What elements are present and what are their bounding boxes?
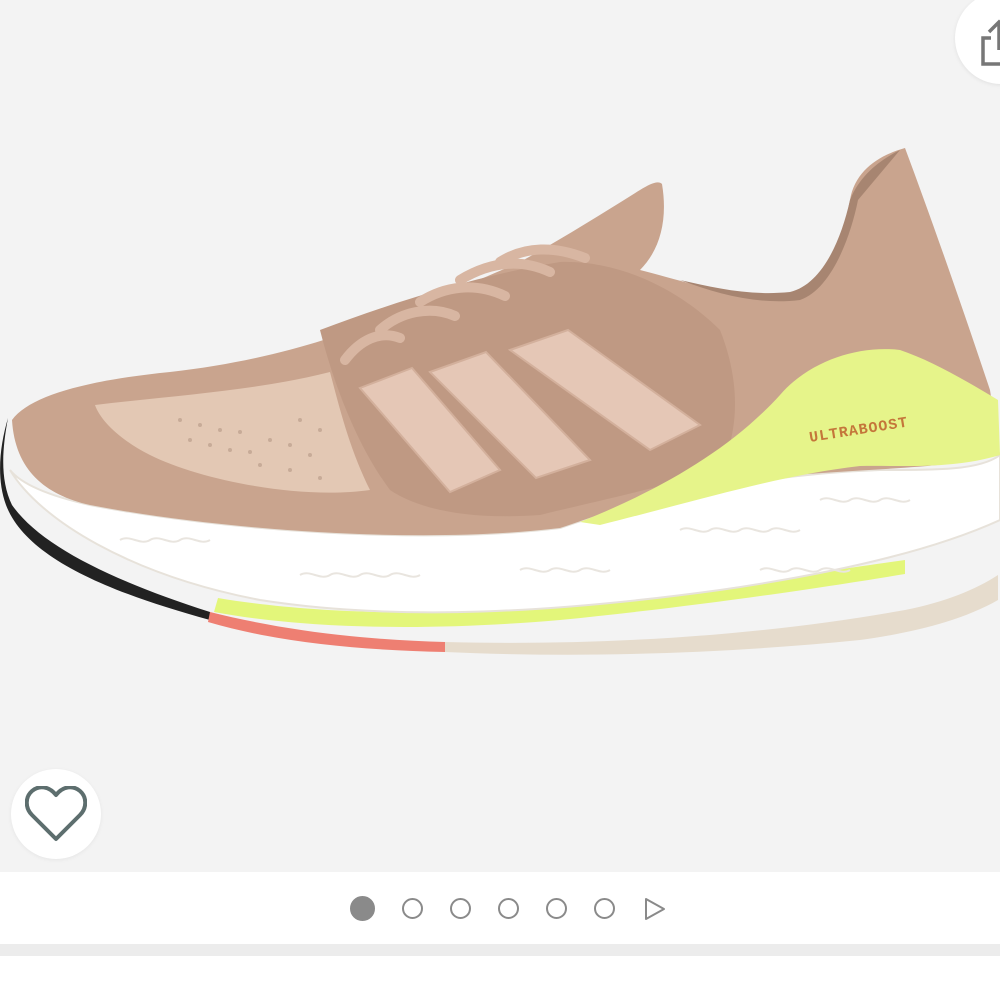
pager-dot-5[interactable] [546,898,567,919]
pager-dot-4[interactable] [498,898,519,919]
heart-outline-icon [25,786,87,841]
pager-dots [350,896,666,921]
play-triangle-icon[interactable] [642,897,666,921]
wishlist-button[interactable] [11,769,101,859]
pager-dot-2[interactable] [402,898,423,919]
pager-dot-1[interactable] [350,896,375,921]
product-image-gallery[interactable]: ULTRABOOST [0,0,1000,872]
pager-dot-3[interactable] [450,898,471,919]
section-divider [0,944,1000,956]
share-icon [981,19,1000,66]
pager-dot-6[interactable] [594,898,615,919]
product-image[interactable]: ULTRABOOST [0,0,1000,872]
content-below [0,956,1000,1000]
